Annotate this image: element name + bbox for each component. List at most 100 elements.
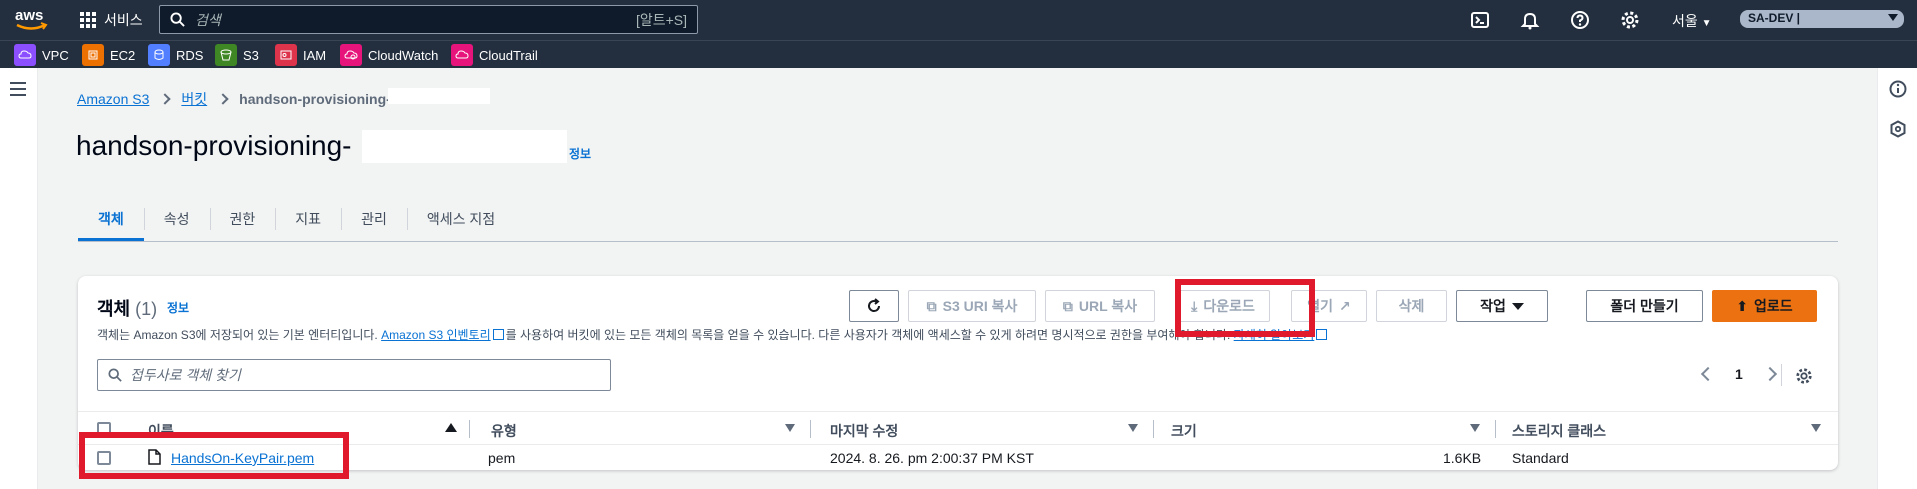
chevron-right-icon[interactable]: [1762, 366, 1777, 382]
objects-panel-title: 객체 (1): [97, 295, 157, 321]
breadcrumb: Amazon S3 버킷 handson-provisioning-: [77, 89, 391, 109]
copy-s3-uri-label: S3 URI 복사: [942, 298, 1018, 314]
copy-url-button[interactable]: ⧉ URL 복사: [1045, 290, 1155, 322]
actions-dropdown-button[interactable]: 작업: [1456, 290, 1548, 322]
account-label: SA-DEV |: [1748, 11, 1801, 25]
rds-icon: [148, 44, 170, 66]
create-folder-button[interactable]: 폴더 만들기: [1586, 290, 1703, 322]
column-type[interactable]: 유형: [491, 421, 517, 441]
create-folder-label: 폴더 만들기: [1610, 298, 1679, 314]
tabs-divider: [78, 241, 1838, 242]
object-storage-class-cell: Standard: [1512, 450, 1569, 466]
desc-text-1: 객체는 Amazon S3에 저장되어 있는 기본 엔터티입니다.: [97, 328, 382, 342]
chevron-left-icon[interactable]: [1700, 366, 1716, 382]
sort-icon[interactable]: [1470, 424, 1480, 432]
cloudshell-icon[interactable]: [1470, 10, 1490, 30]
caret-down-icon: [1888, 14, 1898, 21]
favorite-s3[interactable]: S3: [215, 44, 259, 66]
refresh-icon: [868, 298, 881, 312]
left-navigation-rail: [0, 68, 38, 489]
tab-access-points[interactable]: 액세스 지점: [406, 196, 515, 242]
column-divider: [810, 420, 811, 438]
objects-info-link[interactable]: 정보: [167, 299, 189, 316]
upload-label: 업로드: [1754, 298, 1793, 314]
grid-icon: [80, 12, 96, 28]
redacted-mask: [362, 130, 567, 163]
s3-inventory-link[interactable]: Amazon S3 인벤토리: [381, 328, 491, 342]
caret-down-icon: ▼: [1701, 18, 1712, 29]
favorite-label: IAM: [303, 47, 327, 63]
objects-count: (1): [135, 299, 158, 319]
object-size-cell: 1.6KB: [1443, 450, 1482, 466]
copy-s3-uri-button[interactable]: ⧉ S3 URI 복사: [908, 290, 1036, 322]
external-link-icon: [492, 329, 504, 340]
sort-icon[interactable]: [1811, 424, 1821, 432]
chevron-right-icon: [159, 93, 172, 105]
chevron-right-icon: [217, 93, 229, 105]
svg-text:aws: aws: [15, 7, 43, 24]
s3-icon: [215, 44, 237, 66]
bucket-tabs: 객체 속성 권한 지표 관리 액세스 지점: [78, 196, 515, 242]
upload-button[interactable]: ⬆ 업로드: [1712, 290, 1817, 322]
favorite-vpc[interactable]: VPC: [14, 44, 69, 66]
region-selector[interactable]: 서울 ▼: [1672, 11, 1712, 31]
pager-divider: [1781, 364, 1782, 386]
favorite-cloudtrail[interactable]: CloudTrail: [451, 44, 538, 66]
search-icon: [108, 368, 122, 382]
column-divider: [1153, 420, 1154, 438]
column-last-modified[interactable]: 마지막 수정: [830, 421, 898, 441]
help-icon[interactable]: [1570, 10, 1590, 30]
region-label: 서울: [1672, 13, 1698, 29]
caret-down-icon: [1511, 302, 1524, 310]
favorite-label: CloudWatch: [368, 47, 439, 63]
breadcrumb-amazon-s3[interactable]: Amazon S3: [77, 91, 149, 107]
favorite-ec2[interactable]: EC2: [82, 44, 135, 66]
column-divider: [469, 420, 470, 438]
notifications-bell-icon[interactable]: [1520, 10, 1540, 30]
page-title: handson-provisioning-: [76, 130, 352, 161]
settings-gear-icon[interactable]: [1620, 10, 1640, 30]
sort-icon[interactable]: [785, 424, 795, 432]
sort-icon[interactable]: [1128, 424, 1138, 432]
search-placeholder: 검색: [195, 11, 221, 28]
tab-management[interactable]: 관리: [341, 196, 407, 242]
pagination: 1: [1700, 366, 1777, 382]
cloudwatch-icon: [340, 44, 362, 66]
sort-ascending-icon[interactable]: [445, 423, 457, 432]
tab-permissions[interactable]: 권한: [209, 196, 276, 242]
preferences-gear-icon[interactable]: [1795, 367, 1813, 385]
column-storage-class[interactable]: 스토리지 클래스: [1512, 421, 1606, 441]
title-info-link[interactable]: 정보: [569, 145, 591, 162]
object-modified-cell: 2024. 8. 26. pm 2:00:37 PM KST: [830, 450, 1034, 466]
vpc-icon: [14, 44, 36, 66]
desc-text-2: 를 사용하여 버킷에 있는 모든 객체의 목록을 얻을 수 있습니다. 다른 사…: [505, 328, 1234, 342]
objects-description: 객체는 Amazon S3에 저장되어 있는 기본 엔터티입니다. Amazon…: [97, 326, 1329, 343]
column-size[interactable]: 크기: [1171, 421, 1197, 441]
favorite-iam[interactable]: IAM: [275, 44, 326, 66]
menu-hamburger-icon[interactable]: [10, 82, 26, 96]
external-link-icon: [1316, 329, 1328, 340]
copy-icon: ⧉: [926, 297, 937, 314]
global-search-input[interactable]: 검색 [알트+S]: [159, 5, 698, 34]
breadcrumb-buckets[interactable]: 버킷: [181, 89, 207, 109]
favorite-label: CloudTrail: [479, 47, 538, 63]
ec2-icon: [82, 44, 104, 66]
info-icon[interactable]: [1889, 80, 1907, 98]
page-number[interactable]: 1: [1735, 366, 1743, 382]
feature-hexagon-icon[interactable]: [1889, 120, 1907, 138]
aws-logo[interactable]: aws: [14, 5, 48, 35]
tab-objects[interactable]: 객체: [78, 196, 144, 242]
favorite-rds[interactable]: RDS: [148, 44, 203, 66]
delete-button[interactable]: 삭제: [1376, 290, 1447, 322]
account-menu[interactable]: SA-DEV |: [1740, 10, 1904, 28]
tab-metrics[interactable]: 지표: [275, 196, 341, 242]
object-filter-input[interactable]: 접두사로 객체 찾기: [97, 359, 611, 391]
favorite-cloudwatch[interactable]: CloudWatch: [340, 44, 438, 66]
favorite-label: RDS: [176, 47, 204, 63]
redacted-mask: [388, 88, 490, 104]
favorite-label: VPC: [42, 47, 69, 63]
tab-properties[interactable]: 속성: [143, 196, 210, 242]
filter-placeholder: 접두사로 객체 찾기: [130, 367, 241, 383]
refresh-button[interactable]: [849, 290, 899, 322]
services-menu-button[interactable]: 서비스: [80, 8, 143, 32]
